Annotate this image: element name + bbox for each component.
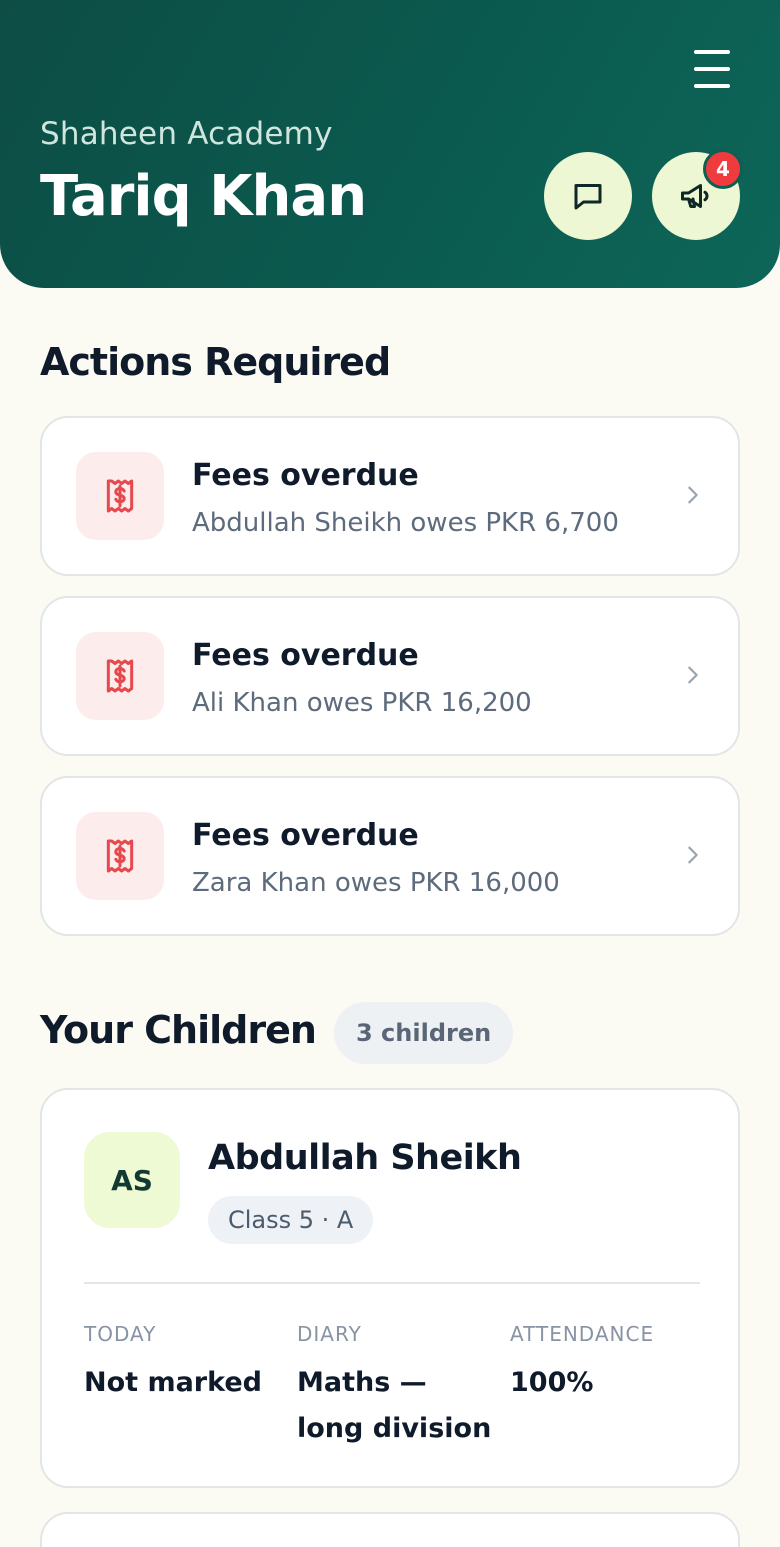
divider [84,1282,700,1284]
actions-section-title: Actions Required [40,340,391,384]
receipt-dollar-icon [76,812,164,900]
menu-icon-bar [694,50,730,54]
stat-value-attendance: 100% [510,1367,594,1398]
menu-icon-bar [694,67,730,71]
action-card[interactable]: Fees overdue Zara Khan owes PKR 16,000 [40,776,740,936]
chevron-right-icon [688,846,698,864]
chat-icon [574,184,602,210]
stat-value-diary: Maths — long division [297,1367,492,1444]
user-name: Tariq Khan [40,164,367,229]
class-badge: Class 5 · A [208,1196,374,1244]
stat-label-diary: DIARY [297,1322,362,1346]
notification-badge: 4 [703,149,743,189]
action-title: Fees overdue [192,458,419,493]
children-count-badge: 3 children [334,1002,514,1064]
child-card[interactable]: AS Abdullah Sheikh Class 5 · A TODAY Not… [40,1088,740,1488]
receipt-dollar-icon [76,452,164,540]
receipt-dollar-icon [76,632,164,720]
action-subtitle: Ali Khan owes PKR 16,200 [192,688,532,718]
avatar: AS [84,1132,180,1228]
child-name: Abdullah Sheikh [208,1138,522,1178]
action-title: Fees overdue [192,818,419,853]
stat-value-today: Not marked [84,1367,262,1398]
action-title: Fees overdue [192,638,419,673]
school-name: Shaheen Academy [40,116,333,152]
action-subtitle: Abdullah Sheikh owes PKR 6,700 [192,508,619,538]
children-section-title: Your Children [40,1008,317,1052]
app-header: Shaheen Academy Tariq Khan 4 [0,0,780,288]
action-subtitle: Zara Khan owes PKR 16,000 [192,868,560,898]
child-card[interactable] [40,1512,740,1547]
menu-button[interactable] [688,48,736,90]
chevron-right-icon [688,486,698,504]
messages-button[interactable] [544,152,632,240]
action-card[interactable]: Fees overdue Ali Khan owes PKR 16,200 [40,596,740,756]
menu-icon-bar [694,84,730,88]
action-card[interactable]: Fees overdue Abdullah Sheikh owes PKR 6,… [40,416,740,576]
stat-label-attendance: ATTENDANCE [510,1322,655,1346]
chevron-right-icon [688,666,698,684]
stat-label-today: TODAY [84,1322,157,1346]
